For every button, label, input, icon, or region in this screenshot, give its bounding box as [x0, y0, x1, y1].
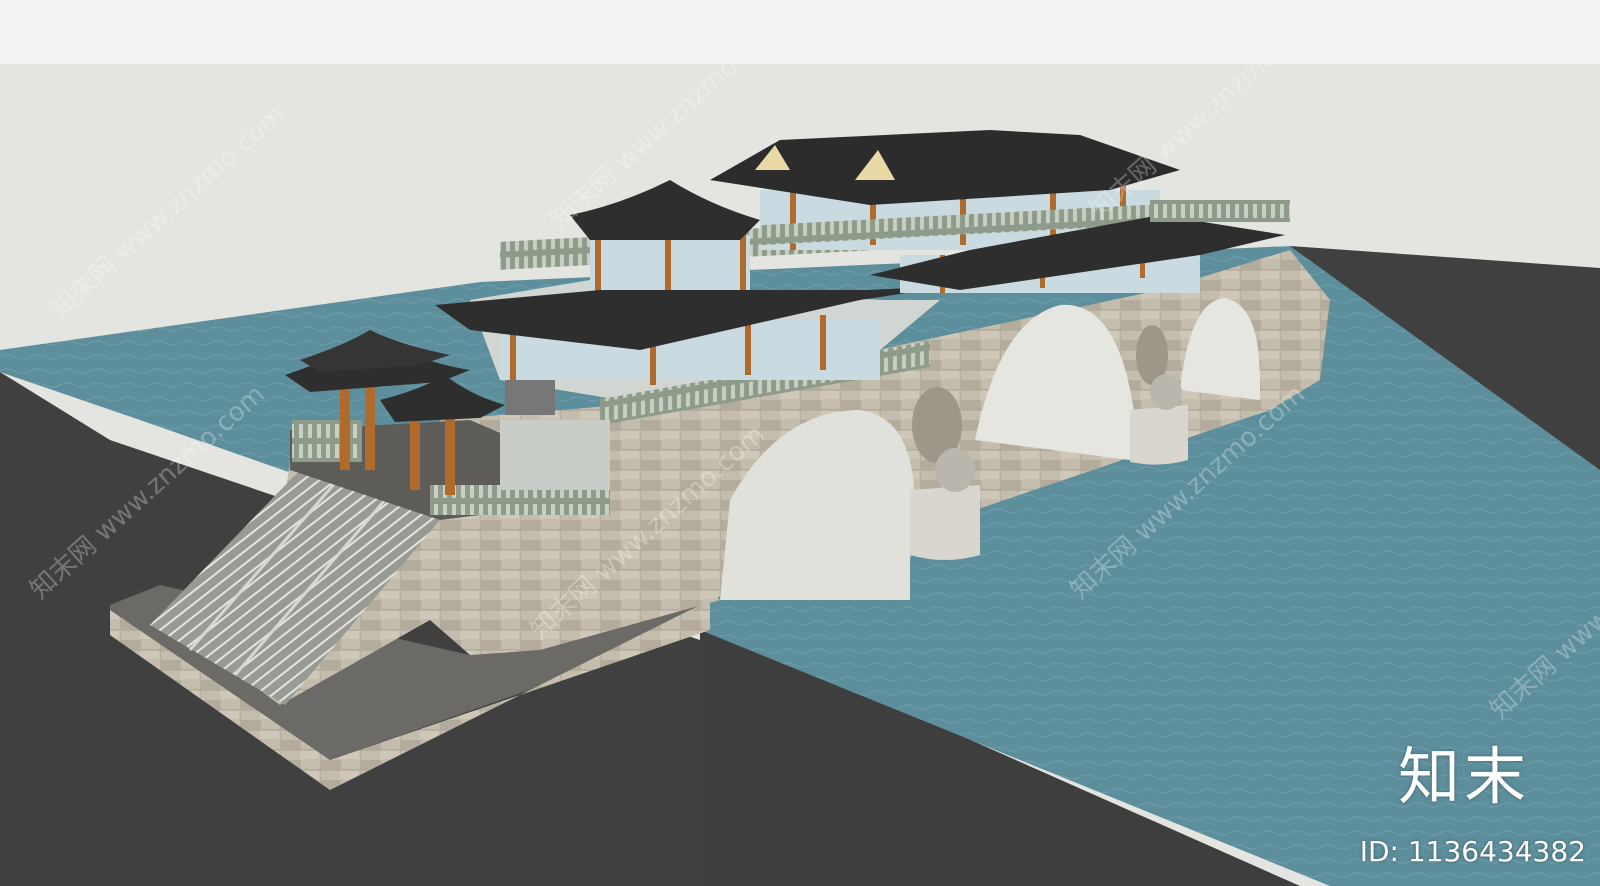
- side-balustrade: [292, 420, 362, 462]
- watermark-id: ID: 1136434382: [1359, 835, 1586, 868]
- bridge-model-render: 知末网 www.znzmo.com 知末网 www.znzmo.com 知末网 ww…: [0, 0, 1600, 886]
- pier-right: [1130, 405, 1188, 465]
- far-balustrade: [1150, 200, 1290, 222]
- lion-statue-right: [1150, 374, 1182, 410]
- pier-left: [910, 485, 980, 560]
- painting-panel: [505, 380, 555, 415]
- top-band: [0, 0, 1600, 64]
- watermark-logo: 知末: [1397, 740, 1530, 813]
- lion-statue-left: [935, 448, 975, 492]
- relief-panel: [500, 420, 610, 490]
